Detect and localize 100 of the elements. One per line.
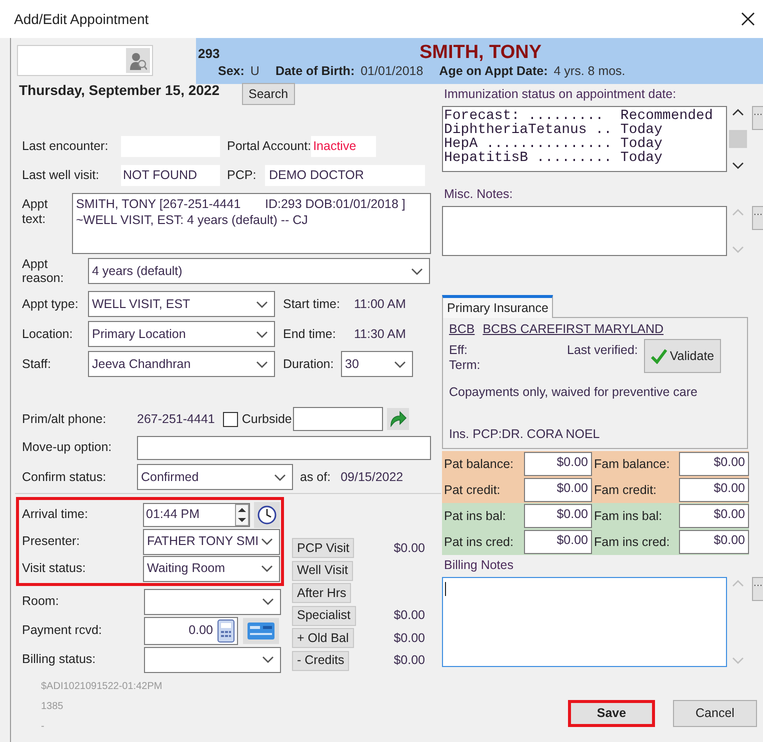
balance-label: Pat ins cred: — [442, 529, 524, 555]
field-value: DR. CORA NOEL — [502, 427, 600, 442]
balance-label: Fam balance: — [592, 451, 679, 477]
field-label: Term: — [449, 358, 482, 373]
dropdown[interactable]: WELL VISIT, EST — [88, 291, 275, 317]
caret-icon[interactable] — [394, 360, 406, 368]
dropdown[interactable]: Primary Location — [88, 321, 275, 347]
dropdown[interactable]: Waiting Room — [143, 556, 280, 582]
link[interactable]: BCB — [449, 322, 475, 337]
field-value: 11:00 AM — [354, 296, 406, 312]
field-label: Prim/alt phone: — [21, 412, 108, 426]
balance-value: $0.00 — [679, 452, 749, 476]
balance-label: Fam ins cred: — [592, 529, 679, 555]
appt-text-area[interactable]: SMITH, TONY [267-251-4441 ID:293 DOB:01/01/2018 ] ~WELL VISIT, EST: 4 years (default) -- CJ — [72, 193, 431, 254]
tab[interactable]: Primary Insurance — [442, 295, 554, 318]
list-item[interactable]: Forecast: ......... Recommended — [444, 109, 725, 123]
balance-value: $0.00 — [524, 504, 592, 528]
checkmark-icon — [650, 348, 667, 364]
caret-icon[interactable] — [256, 330, 268, 338]
field-label: Room: — [21, 594, 60, 609]
field-label: Last encounter: — [21, 138, 110, 154]
charge-button[interactable]: + Old Bal — [292, 628, 354, 648]
balance-value: $0.00 — [679, 504, 749, 528]
credit-card-icon — [247, 622, 275, 640]
dropdown[interactable]: FATHER TONY SMI — [143, 528, 280, 554]
link[interactable]: BCBS CAREFIRST MARYLAND — [482, 322, 664, 337]
coverage-text: Copayments only, waived for preventive care — [449, 385, 698, 400]
validate-button[interactable]: Validate — [644, 339, 722, 373]
patient-id: 293 — [198, 46, 221, 62]
caret-icon[interactable] — [411, 266, 423, 276]
scroll-up-icon[interactable] — [732, 108, 744, 117]
curbside-field[interactable] — [292, 407, 383, 431]
patient-name: SMITH, TONY — [419, 42, 542, 65]
list-item[interactable]: HepatitisB ......... Today — [444, 151, 725, 165]
dialog-button[interactable]: Cancel — [673, 700, 757, 727]
card-button[interactable] — [243, 618, 279, 644]
dropdown[interactable]: 4 years (default) — [88, 258, 430, 284]
charge-button[interactable]: After Hrs — [292, 583, 352, 604]
balance-value: $0.00 — [524, 530, 592, 554]
caret-icon[interactable] — [261, 564, 273, 573]
field-label: Sex: — [218, 64, 244, 79]
spinner-icon[interactable] — [235, 504, 249, 526]
calculator-icon[interactable] — [217, 618, 235, 642]
balance-label: Fam credit: — [592, 477, 679, 503]
clock-button[interactable] — [254, 502, 280, 528]
patient-lookup-button[interactable] — [126, 48, 150, 73]
field-label: End time: — [282, 326, 337, 342]
charge-button[interactable]: Well Visit — [292, 560, 353, 581]
charge-button[interactable]: Specialist — [292, 606, 356, 626]
caret-icon[interactable] — [256, 300, 268, 308]
balance-label: Pat balance: — [442, 451, 524, 477]
dialog-button[interactable]: Save — [568, 700, 655, 727]
field-value: DEMO DOCTOR — [269, 168, 364, 182]
checkbox[interactable] — [222, 412, 238, 426]
list-item[interactable]: DiphtheriaTetanus .. Today — [444, 123, 725, 137]
section-label: Immunization status on appointment date: — [443, 87, 678, 102]
arrow-icon — [388, 411, 407, 427]
amount: $0.00 — [392, 630, 425, 646]
person-search-icon — [129, 50, 147, 70]
list-item[interactable]: HepA ............... Today — [444, 137, 725, 151]
move-up-field[interactable] — [137, 436, 431, 460]
scroll-down-icon[interactable] — [732, 161, 744, 170]
balance-label: Pat ins bal: — [442, 503, 524, 529]
field-value: 11:30 AM — [354, 326, 406, 342]
notes-field[interactable] — [442, 206, 727, 256]
caret-icon[interactable] — [261, 537, 273, 546]
time-field[interactable]: 01:44 PM — [143, 502, 250, 526]
patient-search-field[interactable] — [17, 45, 153, 76]
section-label: Billing Notes — [443, 558, 514, 573]
field-value: U — [250, 64, 260, 79]
caret-icon[interactable] — [256, 360, 268, 368]
field-label: Visit status: — [21, 561, 87, 576]
search-button[interactable]: Search — [242, 83, 296, 105]
field-label: Duration: — [282, 356, 335, 372]
more-button[interactable]: ... — [752, 577, 763, 601]
charge-button[interactable]: - Credits — [292, 650, 350, 671]
field-label: Start time: — [282, 296, 341, 312]
footnote: $ADI1021091522-01:42PM — [40, 681, 164, 694]
send-arrow-button[interactable] — [386, 408, 409, 430]
caret-icon[interactable] — [274, 472, 286, 482]
caret-icon[interactable] — [262, 655, 274, 664]
scroll-thumb[interactable] — [729, 130, 747, 148]
field-label: PCP: — [227, 168, 258, 182]
notes-field[interactable] — [442, 577, 727, 667]
payment-field[interactable]: 0.00 — [188, 623, 213, 638]
dropdown[interactable]: Jeeva Chandhran — [88, 351, 275, 377]
field-label: Staff: — [21, 356, 52, 372]
dropdown[interactable] — [144, 588, 281, 614]
close-icon[interactable] — [741, 12, 755, 26]
field-label: Location: — [21, 326, 74, 342]
more-button[interactable]: ... — [752, 206, 763, 230]
more-button[interactable]: ... — [752, 106, 763, 130]
dropdown[interactable]: Confirmed — [137, 464, 293, 490]
field-label: Move-up option: — [21, 440, 113, 455]
balance-value: $0.00 — [679, 478, 749, 502]
dropdown[interactable]: 30 — [341, 351, 413, 377]
charge-button[interactable]: PCP Visit — [292, 538, 354, 558]
caret-icon[interactable] — [262, 597, 274, 606]
text-cursor — [445, 582, 446, 596]
dropdown[interactable] — [144, 646, 281, 672]
